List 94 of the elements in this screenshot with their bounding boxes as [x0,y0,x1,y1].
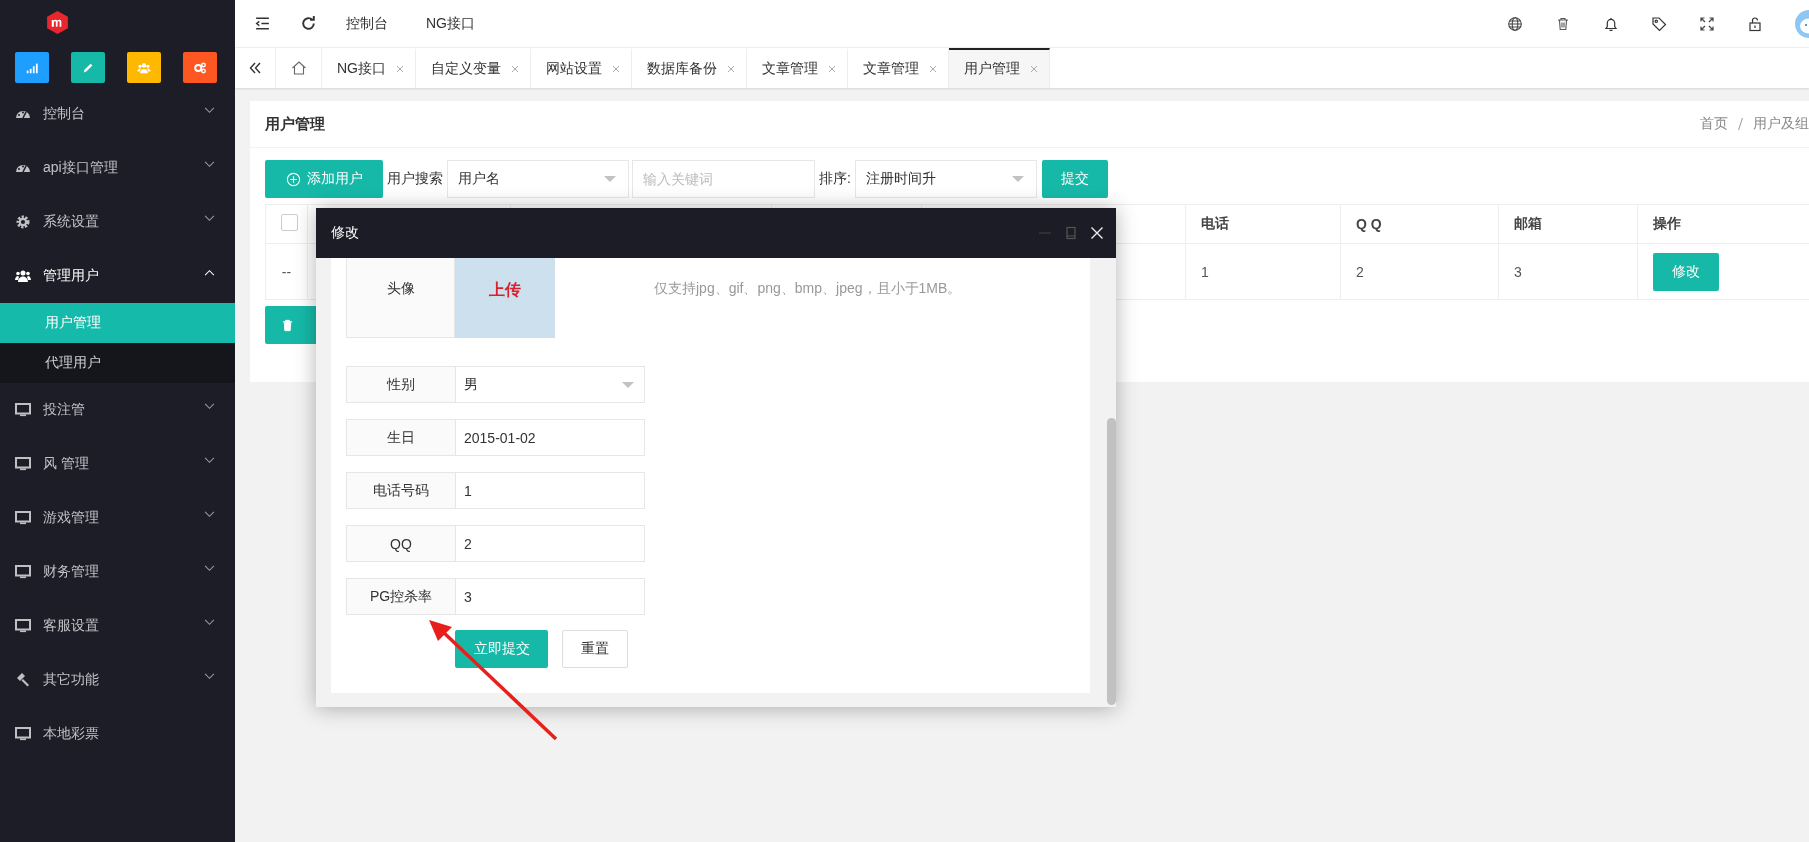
hammer-icon [15,672,31,688]
search-by-select[interactable]: 用户名 [447,160,629,198]
table-cell: -- [281,263,292,280]
signal-shortcut-button[interactable] [15,52,49,83]
page-tab[interactable]: 网站设置 [531,48,632,88]
users-icon [15,268,31,284]
field-label: 电话号码 [346,472,455,509]
sidebar-submenu-item[interactable]: 代理用户 [0,343,235,383]
tag-icon[interactable] [1651,15,1667,32]
gear-icon [15,214,31,230]
chevron-down-icon [204,456,215,464]
lock-icon[interactable] [1747,15,1763,32]
keyword-field[interactable]: 输入关键词 [632,160,815,198]
input-field[interactable]: 2015-01-02 [455,419,645,456]
gears-icon [193,60,207,75]
chevron-down-icon [204,402,215,410]
sidebar-menu-item[interactable]: 控制台 [0,87,235,141]
field-label: QQ [346,525,455,562]
plus-circle-icon [285,171,301,187]
page-tab[interactable]: 用户管理 [949,48,1050,88]
trash-icon[interactable] [1555,15,1571,32]
search-label: 用户搜索 [386,170,444,188]
users-shortcut-button[interactable] [127,52,161,83]
monitor-icon [15,726,31,742]
chevron-down-icon [204,564,215,572]
upload-hint: 仅支持jpg、gif、png、bmp、jpeg，且小于1MB。 [654,280,962,298]
breadcrumb-link[interactable]: 首页 [1700,115,1728,133]
maximize-icon[interactable] [1064,226,1078,240]
sidebar-menu-item[interactable]: 风 管理 [0,437,235,491]
logo-icon [45,9,70,35]
double-chevron-left-icon [247,60,263,76]
sidebar-menu-item[interactable]: 投注管 [0,383,235,437]
field-label: 性别 [346,366,455,403]
monitor-icon [15,618,31,634]
chevron-up-icon [204,268,215,276]
page-tab[interactable]: 自定义变量 [416,48,531,88]
chevron-down-icon [204,214,215,222]
trash-icon [280,317,295,333]
monitor-icon [15,402,31,418]
table-cell: 2 [1356,263,1364,280]
column-header: Q Q [1356,216,1382,232]
sidebar-menu-item[interactable]: 游戏管理 [0,491,235,545]
dialog-title: 修改 [331,224,359,242]
menu-fold-icon[interactable] [254,15,271,32]
sidebar-menu-item[interactable]: 管理用户 [0,249,235,303]
column-header: 电话 [1201,215,1229,231]
chevron-down-icon [204,672,215,680]
pencil-shortcut-button[interactable] [71,52,105,83]
sidebar-menu-item[interactable]: 本地彩票 [0,707,235,761]
column-header: 邮箱 [1514,215,1542,231]
field-label: PG控杀率 [346,578,455,615]
chevron-down-icon [204,510,215,518]
sidebar-menu-item[interactable]: api接口管理 [0,141,235,195]
bell-icon[interactable] [1603,15,1619,32]
page-tab[interactable]: NG接口 [322,48,416,88]
select-all-checkbox[interactable] [281,214,298,231]
page-title: 用户管理 [265,114,325,134]
monitor-icon [15,456,31,472]
scroll-left-button[interactable] [235,48,276,88]
page-tab[interactable]: 数据库备份 [632,48,747,88]
reset-button[interactable]: 重置 [562,630,628,668]
column-header: 操作 [1653,215,1681,231]
fullscreen-icon[interactable] [1699,15,1715,32]
input-field[interactable]: 2 [455,525,645,562]
sidebar-menu-item[interactable]: 客服设置 [0,599,235,653]
header-link[interactable]: NG接口 [426,14,475,33]
field-label: 生日 [346,419,455,456]
sidebar-menu-item[interactable]: 财务管理 [0,545,235,599]
chevron-down-icon [204,618,215,626]
sidebar-menu-item[interactable]: 其它功能 [0,653,235,707]
upload-button[interactable]: 上传 [455,258,555,338]
refresh-icon[interactable] [300,15,317,32]
gears-shortcut-button[interactable] [183,52,217,83]
table-cell: 1 [1201,263,1209,280]
chevron-down-icon [204,160,215,168]
field-label: 头像 [346,258,455,338]
monitor-icon [15,564,31,580]
scrollbar[interactable] [1107,418,1116,705]
sidebar-menu-item[interactable]: 系统设置 [0,195,235,249]
table-cell: 3 [1514,263,1522,280]
page-tab[interactable]: 文章管理 [747,48,848,88]
breadcrumb-link[interactable]: 用户及组 [1753,115,1809,133]
header-link[interactable]: 控制台 [346,14,388,33]
sort-label: 排序: [818,170,852,188]
home-icon [290,60,307,76]
sort-select[interactable]: 注册时间升 [854,160,1037,198]
home-tab[interactable] [276,48,322,88]
users-icon [137,60,151,75]
input-field[interactable]: 3 [455,578,645,615]
select-field[interactable]: 男 [455,366,645,403]
chevron-down-icon [204,106,215,114]
monitor-icon [15,510,31,526]
globe-icon[interactable] [1507,15,1523,32]
input-field[interactable]: 1 [455,472,645,509]
